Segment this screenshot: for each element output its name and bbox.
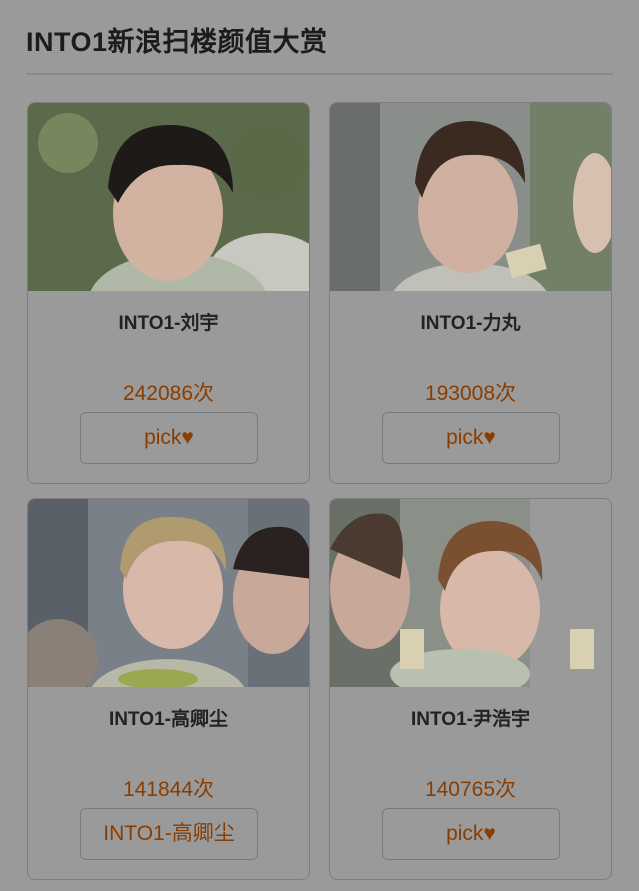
candidate-grid: INTO1-刘宇 242086次 pick♥ INTO1-力丸 193008次 … xyxy=(27,102,613,882)
candidate-card: INTO1-力丸 193008次 pick♥ xyxy=(329,102,612,484)
candidate-card: INTO1-尹浩宇 140765次 pick♥ xyxy=(329,498,612,880)
candidate-photo[interactable] xyxy=(28,499,309,687)
pick-button[interactable]: pick♥ xyxy=(382,412,560,464)
vote-count: 141844次 xyxy=(122,778,215,801)
candidate-name: INTO1-高卿尘 xyxy=(109,709,228,730)
candidate-photo[interactable] xyxy=(330,103,611,291)
vote-count: 242086次 xyxy=(122,382,215,405)
pick-button[interactable]: pick♥ xyxy=(80,412,258,464)
candidate-name: INTO1-尹浩宇 xyxy=(411,709,530,730)
vote-count: 193008次 xyxy=(424,382,517,405)
vote-count: 140765次 xyxy=(424,778,517,801)
pick-button[interactable]: pick♥ xyxy=(382,808,560,860)
candidate-photo[interactable] xyxy=(330,499,611,687)
candidate-card: INTO1-刘宇 242086次 pick♥ xyxy=(27,102,310,484)
candidate-name: INTO1-力丸 xyxy=(420,313,521,334)
pick-button[interactable]: INTO1-高卿尘 xyxy=(80,808,258,860)
page-title: INTO1新浪扫楼颜值大赏 xyxy=(26,27,328,57)
candidate-photo[interactable] xyxy=(28,103,309,291)
candidate-name: INTO1-刘宇 xyxy=(118,313,219,334)
candidate-card: INTO1-高卿尘 141844次 INTO1-高卿尘 xyxy=(27,498,310,880)
title-divider xyxy=(26,73,613,75)
